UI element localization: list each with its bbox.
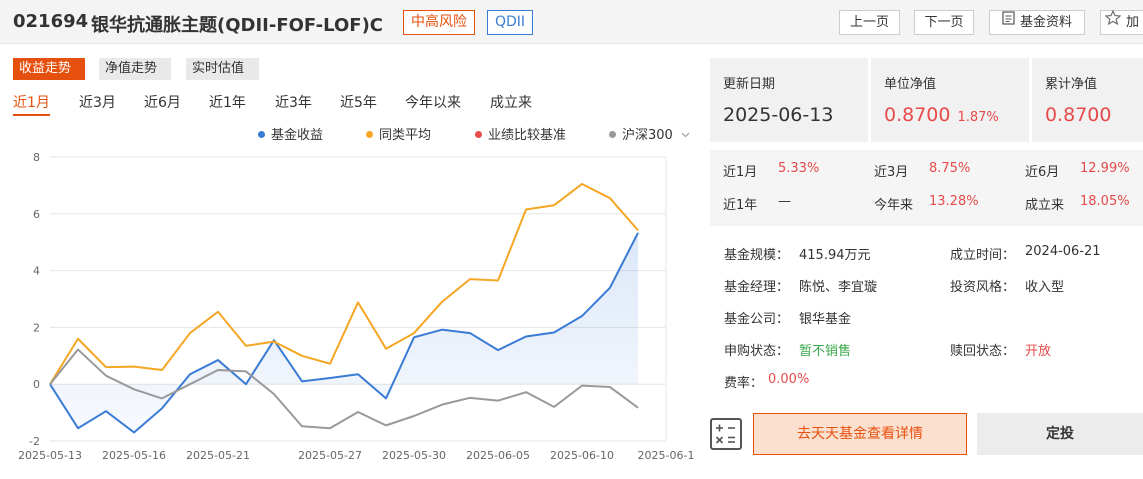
performance-box: 近1月 5.33% 近3月 8.75% 近6月 12.99% 近1年 — 今年来… [710, 150, 1143, 226]
range-3y[interactable]: 近3年 [275, 92, 312, 112]
view-details-button[interactable]: 去天天基金查看详情 [753, 413, 967, 455]
perf-value: 18.05% [1080, 194, 1130, 209]
favorite-label: 加 [1126, 15, 1140, 30]
style-label: 投资风格： [950, 280, 1016, 295]
fund-type-tag[interactable]: QDII [487, 10, 534, 35]
unit-nav-value: 0.8700 [884, 104, 951, 126]
scale-label: 基金规模： [724, 248, 790, 263]
acc-nav-label: 累计净值 [1045, 77, 1098, 92]
manager-value[interactable]: 陈悦、李宜璇 [799, 276, 877, 295]
perf-label: 近6月 [1025, 165, 1060, 180]
perf-value: 12.99% [1080, 161, 1130, 176]
y-tick-label: -2 [29, 435, 40, 448]
legend-label-fund: 基金收益 [271, 128, 324, 143]
manager-label: 基金经理： [724, 280, 790, 295]
legend-dot [258, 131, 265, 138]
legend-dot [609, 131, 616, 138]
range-1m[interactable]: 近1月 [13, 92, 50, 116]
legend-item-peer[interactable]: 同类平均 [366, 124, 431, 143]
unit-nav-value-wrap: 0.8700 1.87% [884, 104, 999, 126]
fund-name: 银华抗通胀主题(QDII-FOF-LOF)C [91, 15, 384, 36]
acc-nav-value: 0.8700 [1045, 104, 1112, 126]
perf-value: 8.75% [929, 161, 971, 176]
return-chart-svg: -2 0 2 4 6 8 2025-05-13 2025-05-16 2025-05-21 202… [18, 151, 695, 462]
x-tick-label: 2025-06-05 [466, 449, 530, 462]
acc-nav-box: 累计净值 0.8700 [1032, 58, 1143, 142]
update-date-box: 更新日期 2025-06-13 [710, 58, 868, 142]
fund-code: 021694 [13, 11, 89, 32]
perf-label: 成立来 [1025, 198, 1065, 213]
unit-nav-change: 1.87% [957, 110, 999, 125]
company-value[interactable]: 银华基金 [799, 308, 851, 327]
range-since-inception[interactable]: 成立来 [490, 92, 532, 112]
prev-page-button[interactable]: 上一页 [839, 10, 900, 35]
y-tick-label: 2 [33, 321, 40, 334]
legend-item-benchmark[interactable]: 业绩比较基准 [475, 124, 566, 143]
scale-value: 415.94万元 [799, 248, 871, 263]
perf-value: 5.33% [778, 161, 820, 176]
y-tick-label: 0 [33, 378, 40, 391]
setup-label: 成立时间： [950, 248, 1016, 263]
x-tick-label: 2025-06-10 [550, 449, 614, 462]
y-tick-label: 4 [33, 265, 40, 278]
x-tick-label: 2025-05-30 [382, 449, 446, 462]
setup-value: 2024-06-21 [1025, 244, 1101, 259]
fee-value: 0.00% [768, 372, 810, 387]
next-page-button[interactable]: 下一页 [914, 10, 974, 35]
x-tick-label: 2025-05-16 [102, 449, 166, 462]
legend-dot [475, 131, 482, 138]
unit-nav-box: 单位净值 0.8700 1.87% [871, 58, 1029, 142]
perf-label: 今年来 [874, 198, 914, 213]
fee-label: 费率： [724, 376, 764, 391]
star-icon [1104, 9, 1122, 33]
range-ytd[interactable]: 今年以来 [405, 92, 461, 112]
redeem-status-value: 开放 [1025, 344, 1052, 359]
x-tick-label: 2025-05-21 [186, 449, 250, 462]
redeem-status-label: 赎回状态： [950, 344, 1016, 359]
x-tick-label: 2025-05-27 [298, 449, 362, 462]
legend-label-index: 沪深300 [622, 128, 673, 143]
style-value: 收入型 [1025, 280, 1065, 295]
fund-info-label: 基金资料 [1019, 15, 1072, 30]
unit-nav-label: 单位净值 [884, 77, 937, 92]
tab-realtime-estimate[interactable]: 实时估值 [186, 58, 259, 80]
perf-label: 近1年 [723, 198, 758, 213]
range-6m[interactable]: 近6月 [144, 92, 181, 112]
auto-invest-button[interactable]: 定投 [977, 413, 1143, 455]
legend-item-index[interactable]: 沪深300 [609, 124, 690, 143]
legend-label-benchmark: 业绩比较基准 [488, 128, 567, 143]
calculator-icon[interactable] [710, 418, 742, 450]
buy-status-label: 申购状态： [724, 344, 790, 359]
company-label: 基金公司： [724, 312, 790, 327]
fund-info-button[interactable]: 基金资料 [989, 10, 1085, 35]
perf-value: 13.28% [929, 194, 979, 209]
legend-label-peer: 同类平均 [379, 128, 432, 143]
y-tick-label: 8 [33, 151, 40, 164]
favorite-button[interactable]: 加 [1100, 9, 1143, 35]
risk-level-tag: 中高风险 [403, 10, 475, 35]
perf-value: — [778, 194, 791, 209]
legend-item-fund[interactable]: 基金收益 [258, 124, 323, 143]
fund-header: 021694 银华抗通胀主题(QDII-FOF-LOF)C 中高风险 QDII … [0, 0, 1143, 44]
return-chart: -2 0 2 4 6 8 2025-05-13 2025-05-16 2025-05-21 202… [0, 145, 700, 475]
update-date-label: 更新日期 [723, 77, 776, 92]
x-tick-label: 2025-05-13 [18, 449, 82, 462]
buy-status-value: 暂不销售 [799, 344, 852, 359]
range-3m[interactable]: 近3月 [79, 92, 116, 112]
tab-nav-trend[interactable]: 净值走势 [99, 58, 171, 80]
range-1y[interactable]: 近1年 [209, 92, 246, 112]
chevron-down-icon [681, 127, 690, 142]
legend-dot [366, 131, 373, 138]
document-icon [1002, 10, 1015, 33]
perf-label: 近3月 [874, 165, 909, 180]
x-tick-label: 2025-06-1 [638, 449, 695, 462]
range-5y[interactable]: 近5年 [340, 92, 377, 112]
update-date-value: 2025-06-13 [723, 104, 834, 126]
perf-label: 近1月 [723, 165, 758, 180]
tab-return-trend[interactable]: 收益走势 [13, 58, 85, 80]
y-tick-label: 6 [33, 208, 40, 221]
